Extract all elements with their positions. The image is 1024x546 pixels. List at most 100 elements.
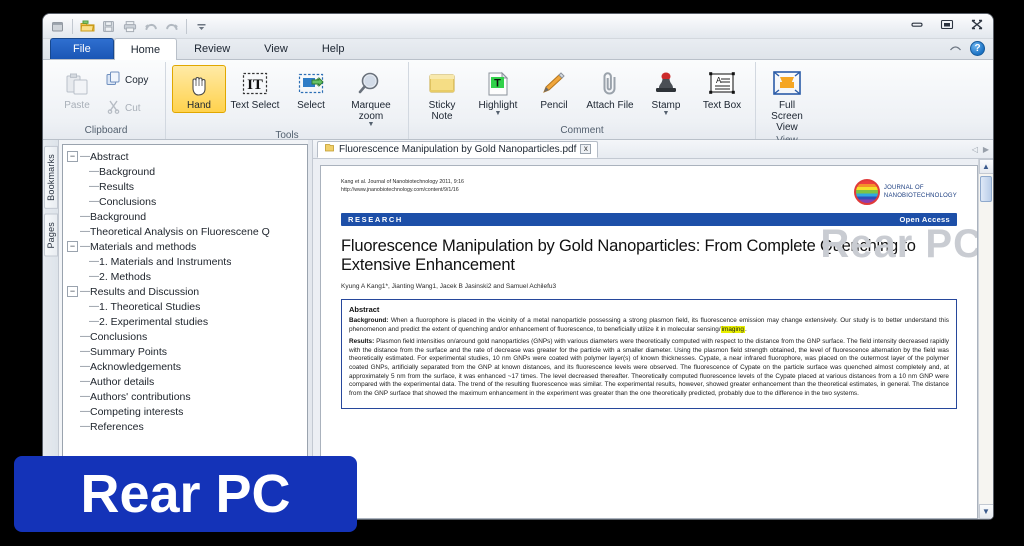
bookmark-item[interactable]: — Author details [67,374,307,389]
tab-file[interactable]: File [50,38,114,59]
expand-collapse-icon[interactable]: − [67,241,78,252]
minimize-icon[interactable] [907,16,927,32]
tab-prev-icon[interactable]: ◁ [972,145,978,154]
close-icon[interactable]: x [580,144,592,154]
sidebar-tab-pages[interactable]: Pages [43,213,58,257]
tab-help[interactable]: Help [305,38,362,59]
chevron-down-icon[interactable]: ▼ [663,110,670,117]
scrollbar-thumb[interactable] [979,176,992,202]
redo-icon[interactable] [162,17,181,36]
expand-collapse-icon[interactable]: − [67,286,78,297]
tree-connector-icon: — [89,301,99,312]
text-box-button[interactable]: A Text Box [695,65,749,113]
bookmark-item[interactable]: — Conclusions [67,194,307,209]
abstract-results-text: Plasmon field intensities on/around gold… [349,338,949,397]
tree-connector-icon: — [80,406,90,417]
undo-icon[interactable] [141,17,160,36]
bookmark-label: References [90,420,144,433]
bookmark-item[interactable]: — References [67,419,307,434]
attach-file-button[interactable]: Attach File [583,65,637,113]
tree-connector-icon: — [80,226,90,237]
help-button[interactable]: ? [970,40,985,56]
ribbon-group-comment: Sticky Note T Highlight ▼ Pencil Attach … [408,62,755,139]
chevron-down-icon[interactable]: ▼ [495,110,502,117]
text-select-button[interactable]: IT Text Select [228,65,282,113]
highlight-button[interactable]: T Highlight ▼ [471,65,525,119]
bookmark-item[interactable]: — Theoretical Analysis on Fluorescene Q [67,224,307,239]
bookmark-item[interactable]: —2. Experimental studies [67,314,307,329]
attach-file-label: Attach File [586,100,634,111]
bookmark-item[interactable]: — Summary Points [67,344,307,359]
bookmark-item[interactable]: − — Results and Discussion [67,284,307,299]
app-icon[interactable] [48,17,67,36]
expand-collapse-icon[interactable]: − [67,151,78,162]
tree-connector-icon: — [80,361,90,372]
sidebar-tab-bookmarks[interactable]: Bookmarks [43,146,58,209]
tab-next-icon[interactable]: ▶ [983,145,989,154]
save-icon[interactable] [99,17,118,36]
chevron-down-icon[interactable]: ▼ [368,121,375,128]
document-tab[interactable]: Fluorescence Manipulation by Gold Nanopa… [317,140,599,158]
pencil-button[interactable]: Pencil [527,65,581,113]
highlight-icon: T [485,68,511,100]
journal-logo: JOURNAL OF NANOBIOTECHNOLOGY [853,179,957,205]
sticky-note-label: Sticky Note [428,100,456,122]
group-label-clipboard: Clipboard [84,125,128,136]
bookmark-label: Authors' contributions [90,390,191,403]
full-screen-view-button[interactable]: Full Screen View [762,65,812,135]
cut-button[interactable]: Cut [103,98,151,118]
hand-icon [185,68,213,100]
select-button[interactable]: Select [284,65,338,113]
bookmark-item[interactable]: − — Abstract [67,149,307,164]
application-window: File Home Review View Help ? Paste Copy … [43,14,993,519]
document-area: Fluorescence Manipulation by Gold Nanopa… [313,140,993,519]
stamp-button[interactable]: Stamp ▼ [639,65,693,119]
pdf-file-icon [324,142,335,156]
bookmark-item[interactable]: — Competing interests [67,404,307,419]
copy-button[interactable]: Copy [103,70,151,90]
hand-tool-button[interactable]: Hand [172,65,226,113]
bookmark-item[interactable]: — Conclusions [67,329,307,344]
svg-text:IT: IT [247,77,263,93]
paste-button[interactable]: Paste [53,65,101,113]
citation-line-2: http://www.jnanobiotechnology.com/conten… [341,186,459,193]
bookmark-item[interactable]: − — Materials and methods [67,239,307,254]
bookmark-item[interactable]: — Acknowledgements [67,359,307,374]
ribbon-group-view: Full Screen View View [755,62,818,146]
close-icon[interactable] [967,16,987,32]
chevron-down-icon[interactable] [192,17,211,36]
print-icon[interactable] [120,17,139,36]
vertical-scrollbar[interactable]: ▲ ▼ [978,159,993,519]
tree-connector-icon: — [89,271,99,282]
ribbon-group-clipboard: Paste Copy Cut Clipboard [47,62,165,139]
research-banner: RESEARCH Open Access [341,213,957,226]
svg-text:T: T [494,78,501,90]
maximize-icon[interactable] [937,16,957,32]
bookmark-item[interactable]: — Results [67,179,307,194]
bookmark-item[interactable]: —1. Theoretical Studies [67,299,307,314]
tab-home[interactable]: Home [113,38,178,60]
chevron-up-icon[interactable] [949,39,962,57]
text-select-label: Text Select [230,100,280,111]
scroll-up-icon[interactable]: ▲ [978,159,993,174]
bookmark-item[interactable]: —2. Methods [67,269,307,284]
scroll-down-icon[interactable]: ▼ [978,504,993,519]
sticky-note-button[interactable]: Sticky Note [415,65,469,124]
tree-connector-icon: — [89,316,99,327]
abstract-results-label: Results: [349,338,375,346]
tab-view[interactable]: View [247,38,305,59]
bookmark-item[interactable]: — Background [67,164,307,179]
bookmark-item[interactable]: —1. Materials and Instruments [67,254,307,269]
bookmark-label: Conclusions [90,330,148,343]
bookmark-label: Theoretical Analysis on Fluorescene Q [90,225,270,238]
title-bar [43,14,993,39]
scrollbar-track[interactable] [978,174,993,504]
bookmark-item[interactable]: — Authors' contributions [67,389,307,404]
bookmark-item[interactable]: — Background [67,209,307,224]
cut-icon [106,99,121,117]
bookmark-label: Results [99,180,135,193]
open-folder-icon[interactable] [78,17,97,36]
marquee-zoom-button[interactable]: Marquee zoom ▼ [340,65,402,130]
hand-tool-label: Hand [187,100,211,111]
tab-review[interactable]: Review [177,38,247,59]
